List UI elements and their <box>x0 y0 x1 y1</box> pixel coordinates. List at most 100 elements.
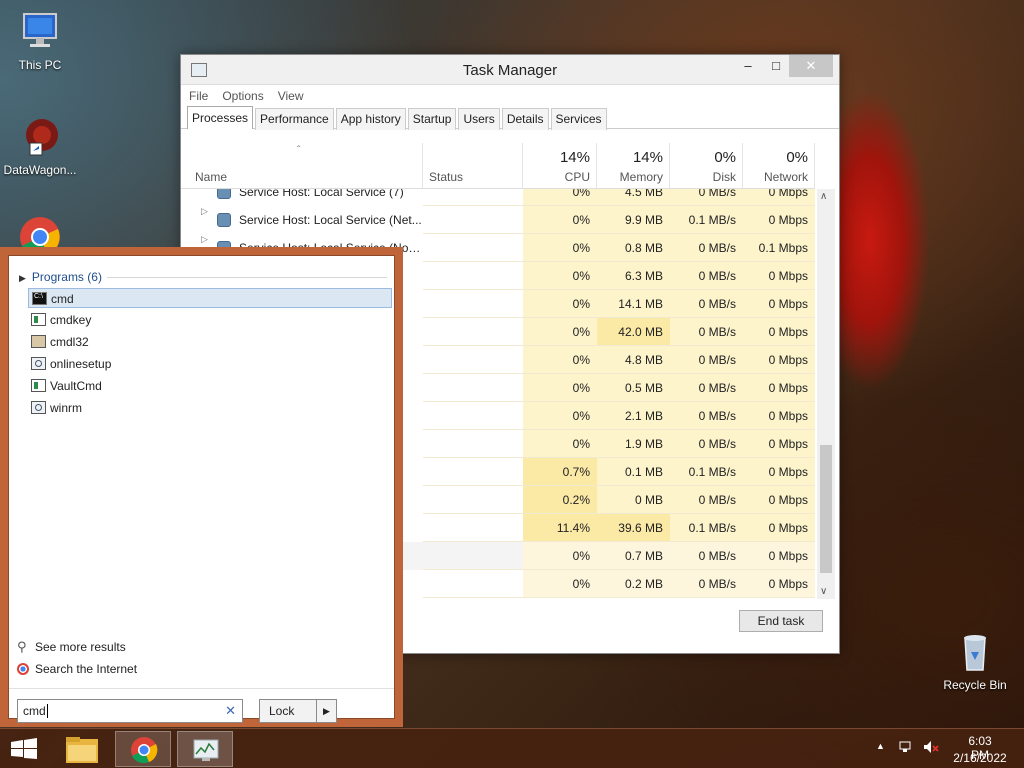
see-more-results-link[interactable]: ⚲ See more results <box>17 639 126 654</box>
column-memory[interactable]: 14% Memory <box>597 143 670 189</box>
process-name: Service Host: Local Service (7) <box>239 189 404 199</box>
column-cpu[interactable]: 14% CPU <box>523 143 597 189</box>
cell-net: 0 Mbps <box>743 374 815 402</box>
process-name: Service Host: Local Service (Net... <box>239 213 422 227</box>
column-network[interactable]: 0% Network <box>743 143 815 189</box>
desktop-icon-recycle-bin[interactable]: Recycle Bin <box>935 630 1015 692</box>
table-row[interactable]: ▷ Service Host: Local Service (Net... 0% 9.… <box>181 206 815 234</box>
title-bar[interactable]: Task Manager – □ ✕ <box>181 55 839 85</box>
cell-cpu: 0% <box>523 430 597 458</box>
column-name-label: Name <box>195 170 228 184</box>
maximize-button[interactable]: □ <box>761 55 791 77</box>
table-row[interactable]: ▷Service Host: Local Service (7)0%4.5 MB… <box>181 189 815 206</box>
menu-options[interactable]: Options <box>222 89 263 103</box>
minimize-button[interactable]: – <box>733 55 763 77</box>
scroll-up-icon[interactable]: ∧ <box>820 191 827 202</box>
cell-cpu: 0% <box>523 374 597 402</box>
lock-label: Lock <box>269 704 295 718</box>
search-result-cmdkey[interactable]: cmdkey <box>28 310 392 330</box>
clear-search-icon[interactable]: ✕ <box>225 700 236 722</box>
cell-mem: 9.9 MB <box>597 206 670 234</box>
lock-button[interactable]: Lock ▶ <box>259 699 337 723</box>
search-panel: ▶ Programs (6) C:\ cmd cmdkey cmdl32 onli… <box>0 247 403 727</box>
column-header: ˆ Name Status 14% CPU 14% Memory 0% Disk… <box>181 143 815 189</box>
column-status[interactable]: Status <box>423 143 523 189</box>
cell-net: 0 Mbps <box>743 514 815 542</box>
cell-net: 0.1 Mbps <box>743 234 815 262</box>
clock-date[interactable]: 2/16/2022 <box>950 751 1010 765</box>
cell-mem: 1.9 MB <box>597 430 670 458</box>
cell-cpu: 0% <box>523 234 597 262</box>
result-label: cmd <box>51 292 74 306</box>
menu-view[interactable]: View <box>278 89 304 103</box>
tab-services[interactable]: Services <box>550 108 607 130</box>
cell-cpu: 0% <box>523 318 597 346</box>
search-input[interactable]: cmd ✕ <box>17 699 243 723</box>
cell-net: 0 Mbps <box>743 542 815 570</box>
search-result-cmd[interactable]: C:\ cmd <box>28 288 392 308</box>
search-internet-label: Search the Internet <box>35 662 138 676</box>
disk-label: Disk <box>712 170 736 184</box>
result-label: cmdkey <box>50 313 92 327</box>
cell-cpu: 0% <box>523 290 597 318</box>
tab-app-history[interactable]: App history <box>335 108 406 130</box>
cell-disk: 0 MB/s <box>670 402 743 430</box>
search-result-winrm[interactable]: winrm <box>28 398 392 418</box>
scroll-thumb[interactable] <box>820 445 832 573</box>
cell-disk: 0 MB/s <box>670 430 743 458</box>
taskbar-task-manager[interactable] <box>177 731 233 767</box>
close-button[interactable]: ✕ <box>789 55 833 77</box>
tab-users[interactable]: Users <box>458 108 500 130</box>
cell-disk: 0 MB/s <box>670 318 743 346</box>
memory-percent: 14% <box>632 149 663 166</box>
sort-arrow-icon: ˆ <box>297 145 301 156</box>
cell-net: 0 Mbps <box>743 318 815 346</box>
cell-disk: 0 MB/s <box>670 189 743 206</box>
desktop-icon-label: This PC <box>18 58 62 72</box>
app-window-icon <box>31 313 46 326</box>
tab-details[interactable]: Details <box>501 108 549 130</box>
end-task-button[interactable]: End task <box>739 610 823 632</box>
windows-logo-icon <box>11 738 37 759</box>
cell-cpu: 0% <box>523 542 597 570</box>
search-result-cmdl32[interactable]: cmdl32 <box>28 332 392 352</box>
taskbar-chrome[interactable] <box>115 731 171 767</box>
cell-cpu: 0% <box>523 262 597 290</box>
taskbar-file-explorer[interactable] <box>54 731 110 767</box>
cell-disk: 0 MB/s <box>670 346 743 374</box>
search-internet-link[interactable]: Search the Internet <box>17 662 137 676</box>
desktop-icon-datawagon[interactable]: DataWagon... <box>0 115 80 177</box>
cell-disk: 0 MB/s <box>670 374 743 402</box>
tab-performance[interactable]: Performance <box>255 108 334 130</box>
search-results-pane: ▶ Programs (6) C:\ cmd cmdkey cmdl32 onli… <box>8 255 395 723</box>
cell-disk: 0.1 MB/s <box>670 458 743 486</box>
cell-net: 0 Mbps <box>743 346 815 374</box>
show-hidden-icons[interactable]: ▲ <box>876 741 885 751</box>
cell-net: 0 Mbps <box>743 486 815 514</box>
search-result-vaultcmd[interactable]: VaultCmd <box>28 376 392 396</box>
start-button[interactable] <box>0 731 48 767</box>
volume-muted-icon[interactable] <box>922 739 940 758</box>
lock-options-arrow-icon[interactable]: ▶ <box>316 700 336 722</box>
result-label: onlinesetup <box>50 357 112 371</box>
vertical-scrollbar[interactable]: ∧ ∨ <box>817 189 835 599</box>
cell-mem: 39.6 MB <box>597 514 670 542</box>
app-window-icon <box>31 379 46 392</box>
column-disk[interactable]: 0% Disk <box>670 143 743 189</box>
search-result-onlinesetup[interactable]: onlinesetup <box>28 354 392 374</box>
programs-group-header[interactable]: ▶ Programs (6) <box>19 270 102 284</box>
cell-net: 0 Mbps <box>743 206 815 234</box>
network-icon[interactable] <box>898 739 914 758</box>
cell-disk: 0 MB/s <box>670 234 743 262</box>
menu-file[interactable]: File <box>189 89 208 103</box>
scroll-down-icon[interactable]: ∨ <box>820 586 827 597</box>
tab-processes[interactable]: Processes <box>187 106 254 129</box>
expand-triangle-icon: ▶ <box>19 273 26 283</box>
column-name[interactable]: ˆ Name <box>181 143 423 189</box>
cell-cpu: 11.4% <box>523 514 597 542</box>
tab-startup[interactable]: Startup <box>407 108 457 130</box>
cell-mem: 0.2 MB <box>597 570 670 598</box>
desktop-icon-this-pc[interactable]: This PC <box>0 10 80 72</box>
cell-disk: 0 MB/s <box>670 486 743 514</box>
cell-net: 0 Mbps <box>743 430 815 458</box>
